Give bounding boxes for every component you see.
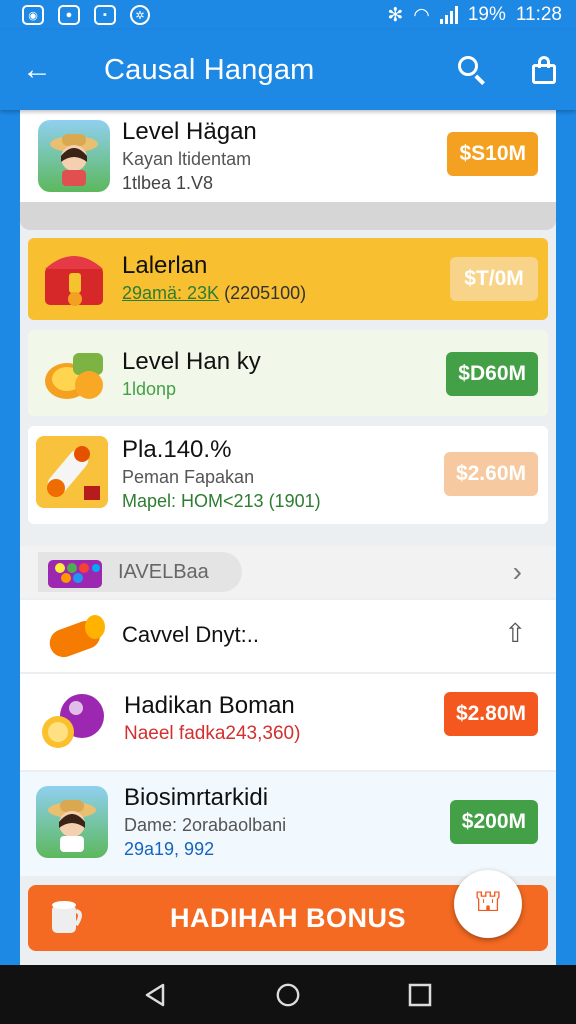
game-thumbnail: [38, 120, 110, 192]
list-item[interactable]: Cavvel Dnyt:.. ⇧: [20, 600, 556, 672]
wifi-icon: ◠: [413, 4, 430, 26]
item-title: Pla.140.%: [122, 436, 232, 463]
search-icon[interactable]: [454, 52, 490, 88]
treasure-chest-icon: [38, 242, 110, 314]
clock: 11:28: [515, 4, 562, 25]
nav-back-icon[interactable]: [143, 982, 169, 1008]
navigation-bar: [0, 965, 576, 1024]
status-indicators: ✻ ◠ 19% 11:28: [387, 4, 562, 27]
gift-fab-icon[interactable]: ⛫: [454, 870, 522, 938]
item-title: Biosimrtarkidi: [124, 784, 269, 811]
item-detail: Mapel: HOM<213 (1901): [122, 491, 321, 511]
page-title: Causal Hangam: [104, 53, 315, 86]
settings-notification-icon: ✲: [130, 5, 150, 25]
scroll-icon: [36, 436, 108, 508]
battery-level: 19%: [467, 4, 506, 25]
section-label: IAVELBaa: [118, 560, 209, 583]
item-stat-detail: (2205100): [224, 283, 307, 303]
list-item[interactable]: Biosimrtarkidi Dame: 2orabaolbani 29a19,…: [20, 772, 556, 876]
item-subtitle: 29amä: 23K (2205100): [122, 283, 306, 304]
item-subtitle: Peman Fapakan: [122, 467, 255, 487]
price-button[interactable]: $D60M: [446, 352, 538, 396]
item-subtitle: Dame: 2orabaolbani: [124, 815, 287, 835]
divider: [20, 202, 556, 230]
status-bar: ◉ ● ▪ ✲ ✻ ◠ 19% 11:28: [0, 0, 576, 30]
share-icon[interactable]: ⇧: [504, 618, 526, 649]
gold-coins-icon: [38, 338, 110, 410]
item-detail: 1tlbea 1.V8: [122, 173, 214, 193]
item-title: Level Hägan: [122, 118, 257, 145]
game-thumbnail: [36, 786, 108, 858]
bluetooth-icon: ✻: [387, 4, 404, 26]
chevron-right-icon[interactable]: ›: [513, 556, 522, 588]
price-button[interactable]: $2.60M: [443, 452, 538, 496]
building-blocks-icon: [44, 552, 106, 599]
item-title: Hadikan Boman: [124, 692, 295, 719]
item-subtitle: Kayan ltidentam: [122, 149, 252, 169]
app-notification-icon: ◉: [22, 5, 44, 25]
gem-coin-icon: [38, 684, 110, 756]
shopping-bag-icon[interactable]: [530, 54, 558, 86]
price-button[interactable]: $200M: [449, 800, 538, 844]
item-stat: 29amä: 23K: [122, 283, 220, 303]
photo-notification-icon: ●: [58, 5, 80, 25]
list-item[interactable]: Pla.140.% Peman Fapakan Mapel: HOM<213 (…: [28, 426, 548, 524]
item-subtitle: 1ldonp: [122, 379, 177, 399]
price-button[interactable]: $2.80M: [443, 692, 538, 736]
price-button[interactable]: $T/0M: [450, 257, 538, 301]
item-title: Level Han ky: [122, 348, 261, 375]
list-item[interactable]: Hadikan Boman Naeel fadka243,360) $2.80M: [20, 674, 556, 770]
app-bar: ← Causal Hangam: [0, 30, 576, 110]
bonus-label: HADIHAH BONUS: [170, 902, 406, 933]
nav-recents-icon[interactable]: [407, 982, 433, 1008]
item-title: Lalerlan: [122, 252, 208, 279]
item-title: Cavvel Dnyt:..: [122, 622, 259, 647]
list-item[interactable]: Level Hägan Kayan ltidentam 1tlbea 1.V8 …: [20, 110, 556, 202]
nav-home-icon[interactable]: [275, 982, 301, 1008]
cup-icon: [52, 901, 82, 933]
price-button[interactable]: $S10M: [447, 132, 538, 176]
signal-icon: [439, 6, 458, 24]
coin-stack-icon: [40, 600, 112, 672]
list-item[interactable]: Level Han ky 1ldonp $D60M: [28, 330, 548, 416]
item-detail: 29a19, 992: [124, 839, 215, 859]
list-item-highlighted[interactable]: Lalerlan 29amä: 23K (2205100) $T/0M: [28, 238, 548, 320]
item-subtitle: Naeel fadka243,360): [124, 723, 301, 744]
notification-icons: ◉ ● ▪ ✲: [22, 5, 150, 25]
file-notification-icon: ▪: [94, 5, 116, 25]
content-area: Level Hägan Kayan ltidentam 1tlbea 1.V8 …: [20, 110, 556, 965]
arrow-left-icon[interactable]: ←: [22, 55, 62, 85]
app-actions: [454, 52, 558, 88]
section-header[interactable]: IAVELBaa ›: [20, 546, 556, 598]
